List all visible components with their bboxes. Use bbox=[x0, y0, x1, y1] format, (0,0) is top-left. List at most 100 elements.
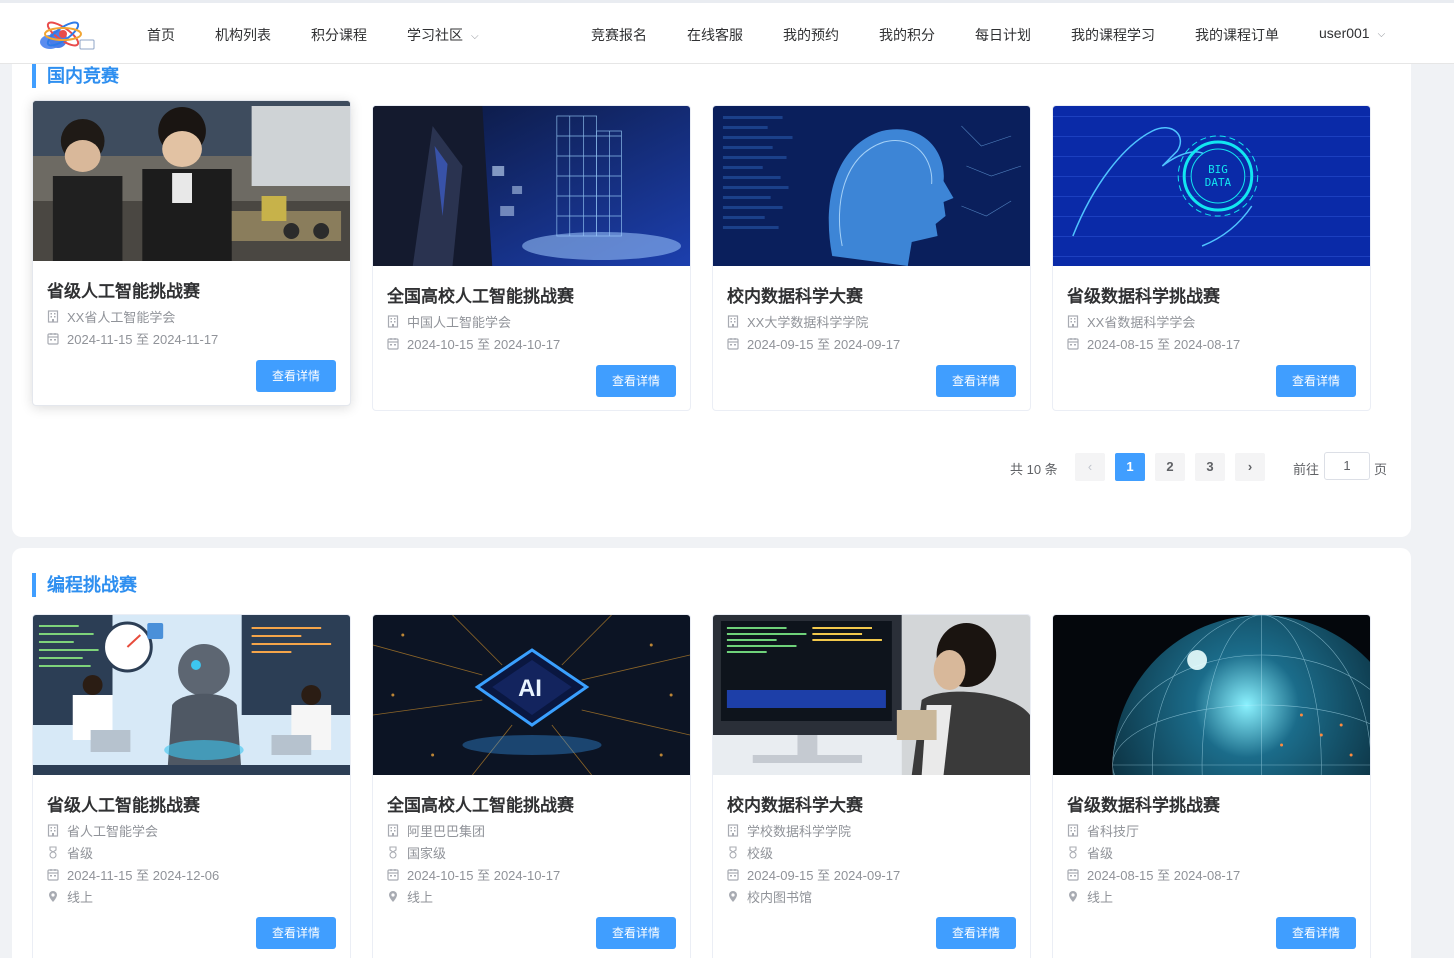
hologram-building-photo bbox=[373, 106, 690, 266]
card-title: 省级数据科学挑战赛 bbox=[1067, 796, 1220, 815]
competition-card[interactable]: 全国高校人工智能挑战赛 中国人工智能学会 2024-10-15 至 2024-10-… bbox=[372, 105, 691, 411]
competition-card[interactable]: AI 全国高校人工智能挑战赛阿里巴巴集团 国家级 2024-10-15 至 2024… bbox=[372, 614, 691, 958]
medal-icon bbox=[47, 846, 59, 859]
nav-user-menu[interactable]: user001 ⌵ bbox=[1319, 25, 1385, 41]
pagination-unit-label: 页 bbox=[1374, 462, 1388, 477]
view-details-button[interactable]: 查看详情 bbox=[256, 360, 336, 392]
site-logo[interactable] bbox=[36, 12, 98, 56]
kids-robotics-photo bbox=[33, 101, 350, 261]
card-org: 学校数据科学学院 bbox=[747, 824, 852, 839]
nav-my-course-orders[interactable]: 我的课程订单 bbox=[1195, 25, 1279, 45]
card-level: 校级 bbox=[747, 846, 774, 861]
calendar-icon bbox=[47, 868, 59, 881]
card-org: 省科技厅 bbox=[1087, 824, 1140, 839]
nav-home[interactable]: 首页 bbox=[147, 25, 175, 45]
competition-card[interactable]: 校内数据科学大赛学校数据科学学院 校级 2024-09-15 至 2024-09-1… bbox=[712, 614, 1031, 958]
calendar-icon bbox=[387, 868, 399, 881]
card-meta-org: 学校数据科学学院 bbox=[727, 821, 851, 840]
nav-daily-plan[interactable]: 每日计划 bbox=[975, 25, 1031, 45]
calendar-icon bbox=[727, 337, 739, 350]
pagination-page-1[interactable]: 1 bbox=[1115, 453, 1145, 481]
nav-points-courses[interactable]: 积分课程 bbox=[311, 25, 367, 45]
view-details-button[interactable]: 查看详情 bbox=[1276, 365, 1356, 397]
view-details-button[interactable]: 查看详情 bbox=[936, 365, 1016, 397]
building-icon bbox=[727, 824, 739, 837]
card-location: 校内图书馆 bbox=[747, 890, 813, 905]
card-meta-date: 2024-08-15 至 2024-08-17 bbox=[1067, 865, 1240, 884]
nav-institutions[interactable]: 机构列表 bbox=[215, 25, 271, 45]
calendar-icon bbox=[727, 868, 739, 881]
card-date: 2024-08-15 至 2024-08-17 bbox=[1087, 868, 1241, 883]
pagination-page-2[interactable]: 2 bbox=[1155, 453, 1185, 481]
card-meta-date: 2024-10-15 至 2024-10-17 bbox=[387, 865, 560, 884]
card-meta-org: 中国人工智能学会 bbox=[387, 312, 511, 331]
building-icon bbox=[1067, 824, 1079, 837]
calendar-icon bbox=[47, 332, 59, 345]
nav-my-points[interactable]: 我的积分 bbox=[879, 25, 935, 45]
pagination-next-button[interactable]: › bbox=[1235, 453, 1265, 481]
nav-competition-signup[interactable]: 竞赛报名 bbox=[591, 25, 647, 45]
ai-robot-illustration bbox=[33, 615, 350, 775]
nav-label: 我的课程学习 bbox=[1071, 27, 1155, 43]
medal-icon bbox=[1067, 846, 1079, 859]
location-icon bbox=[387, 890, 399, 903]
view-details-button[interactable]: 查看详情 bbox=[596, 917, 676, 949]
card-meta-org: 省科技厅 bbox=[1067, 821, 1139, 840]
competition-card[interactable]: BIG DATA 省级数据科学挑战赛 XX省数据科学学会 2024-08-15 至 2… bbox=[1052, 105, 1371, 411]
competition-card[interactable]: 省级人工智能挑战赛 XX省人工智能学会 2024-11-15 至 2024-11-1… bbox=[32, 100, 351, 406]
card-location: 线上 bbox=[407, 890, 434, 905]
nav-my-course-study[interactable]: 我的课程学习 bbox=[1071, 25, 1155, 45]
card-meta-date: 2024-10-15 至 2024-10-17 bbox=[387, 334, 560, 353]
card-title: 全国高校人工智能挑战赛 bbox=[387, 287, 574, 306]
card-org: 省人工智能学会 bbox=[67, 824, 159, 839]
card-org: 阿里巴巴集团 bbox=[407, 824, 486, 839]
section-title: 国内竞赛 bbox=[32, 64, 119, 88]
card-org: XX大学数据科学学院 bbox=[747, 315, 869, 330]
view-details-button[interactable]: 查看详情 bbox=[596, 365, 676, 397]
card-location: 线上 bbox=[67, 890, 94, 905]
digital-face-photo bbox=[713, 106, 1030, 266]
pagination-goto-input[interactable]: 1 bbox=[1324, 452, 1370, 480]
network-globe-photo bbox=[1053, 615, 1370, 775]
ai-chip-photo: AI bbox=[373, 615, 690, 775]
location-icon bbox=[1067, 890, 1079, 903]
programmer-monitor-photo bbox=[713, 615, 1030, 775]
view-details-button[interactable]: 查看详情 bbox=[1276, 917, 1356, 949]
card-title: 校内数据科学大赛 bbox=[727, 796, 863, 815]
nav-label: 竞赛报名 bbox=[591, 27, 647, 43]
svg-text:AI: AI bbox=[518, 675, 542, 702]
card-level: 国家级 bbox=[407, 846, 447, 861]
card-title: 全国高校人工智能挑战赛 bbox=[387, 796, 574, 815]
card-meta-date: 2024-09-15 至 2024-09-17 bbox=[727, 865, 900, 884]
card-date: 2024-11-15 至 2024-12-06 bbox=[67, 868, 220, 883]
building-icon bbox=[47, 824, 59, 837]
card-meta-date: 2024-11-15 至 2024-11-17 bbox=[47, 329, 218, 348]
nav-community[interactable]: 学习社区 ⌵ bbox=[407, 25, 479, 45]
domestic-competitions-section: 国内竞赛 省级人工智能挑战赛 XX省人工智能学会 2024-11-15 至 2024… bbox=[12, 40, 1411, 537]
view-details-button[interactable]: 查看详情 bbox=[256, 917, 336, 949]
card-level: 省级 bbox=[1087, 846, 1114, 861]
competition-card[interactable]: 校内数据科学大赛 XX大学数据科学学院 2024-09-15 至 2024-09-1… bbox=[712, 105, 1031, 411]
card-title: 省级数据科学挑战赛 bbox=[1067, 287, 1220, 306]
pagination-total: 共 10 条 bbox=[1010, 462, 1058, 477]
card-meta-org: 省人工智能学会 bbox=[47, 821, 158, 840]
nav-online-service[interactable]: 在线客服 bbox=[687, 25, 743, 45]
card-meta-level: 国家级 bbox=[387, 843, 446, 862]
card-date: 2024-11-15 至 2024-11-17 bbox=[67, 332, 219, 347]
competition-card[interactable]: 省级人工智能挑战赛 省人工智能学会 省级 2024-11-15 至 2024-12-0… bbox=[32, 614, 351, 958]
nav-label: 每日计划 bbox=[975, 27, 1031, 43]
pagination-page-3[interactable]: 3 bbox=[1195, 453, 1225, 481]
nav-label: user001 bbox=[1319, 25, 1370, 41]
card-date: 2024-10-15 至 2024-10-17 bbox=[407, 337, 561, 352]
atom-logo-icon bbox=[40, 21, 95, 50]
competition-card[interactable]: 省级数据科学挑战赛 省科技厅 省级 2024-08-15 至 2024-08-17 线上… bbox=[1052, 614, 1371, 958]
nav-label: 积分课程 bbox=[311, 27, 367, 43]
building-icon bbox=[727, 315, 739, 328]
card-meta-date: 2024-11-15 至 2024-12-06 bbox=[47, 865, 219, 884]
nav-label: 学习社区 bbox=[407, 27, 463, 43]
medal-icon bbox=[387, 846, 399, 859]
view-details-button[interactable]: 查看详情 bbox=[936, 917, 1016, 949]
pagination-prev-button[interactable]: ‹ bbox=[1075, 453, 1105, 481]
calendar-icon bbox=[1067, 337, 1079, 350]
nav-my-reservations[interactable]: 我的预约 bbox=[783, 25, 839, 45]
